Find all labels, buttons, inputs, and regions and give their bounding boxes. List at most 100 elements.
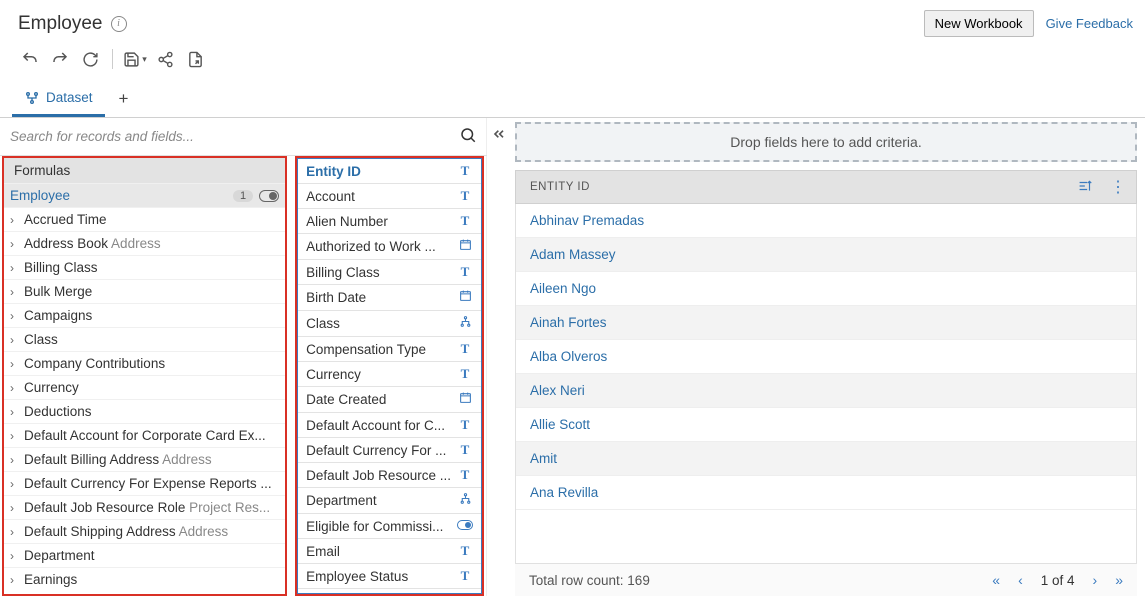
field-item[interactable]: Class [298, 311, 481, 337]
sort-icon[interactable] [1072, 173, 1100, 202]
grid-row[interactable]: Ainah Fortes [516, 306, 1136, 340]
collapse-left-icon[interactable] [487, 118, 511, 596]
field-item[interactable]: CurrencyT [298, 362, 481, 387]
record-label: Campaigns [24, 308, 279, 323]
record-item[interactable]: ›Default Billing Address Address [4, 447, 285, 471]
pager-last-icon[interactable]: » [1115, 572, 1123, 588]
search-icon[interactable] [455, 122, 481, 151]
field-item[interactable]: Default Account for C...T [298, 413, 481, 438]
criteria-dropzone[interactable]: Drop fields here to add criteria. [515, 122, 1137, 162]
record-label: Default Billing Address Address [24, 452, 279, 467]
field-label: Department [306, 493, 457, 508]
record-item[interactable]: ›Earnings [4, 567, 285, 591]
field-item[interactable]: Compensation TypeT [298, 337, 481, 362]
field-label: Billing Class [306, 265, 457, 280]
pager-next-icon[interactable]: › [1093, 572, 1098, 588]
tab-dataset[interactable]: Dataset [12, 82, 105, 117]
field-type-icon [457, 289, 473, 306]
separator [112, 49, 113, 69]
record-item[interactable]: ›Default Job Resource Role Project Res..… [4, 495, 285, 519]
redo-icon[interactable] [48, 47, 72, 71]
add-tab-button[interactable]: + [105, 81, 143, 117]
record-item[interactable]: ›Currency [4, 375, 285, 399]
record-employee[interactable]: Employee 1 [4, 183, 285, 207]
refresh-icon[interactable] [78, 47, 102, 71]
grid-row[interactable]: Abhinav Premadas [516, 204, 1136, 238]
info-icon[interactable]: i [111, 16, 127, 32]
toggle-icon[interactable] [259, 190, 279, 202]
save-icon[interactable]: ▾ [123, 47, 147, 71]
grid-row[interactable]: Amit [516, 442, 1136, 476]
record-label: Class [24, 332, 279, 347]
record-item[interactable]: ›Default Account for Corporate Card Ex..… [4, 423, 285, 447]
field-label: Email [306, 544, 457, 559]
new-workbook-button[interactable]: New Workbook [924, 10, 1034, 37]
record-item[interactable]: ›Bulk Merge [4, 279, 285, 303]
field-item[interactable]: Entity IDT [298, 159, 481, 184]
chevron-right-icon: › [10, 525, 24, 539]
field-type-icon: T [457, 543, 473, 559]
record-label: Accrued Time [24, 212, 279, 227]
export-icon[interactable] [183, 47, 207, 71]
field-item[interactable]: AccountT [298, 184, 481, 209]
record-label: Default Account for Corporate Card Ex... [24, 428, 279, 443]
field-item[interactable]: Authorized to Work ... [298, 234, 481, 260]
undo-icon[interactable] [18, 47, 42, 71]
field-item[interactable]: Default Job Resource ...T [298, 463, 481, 488]
grid-row[interactable]: Ana Revilla [516, 476, 1136, 510]
column-entity-id[interactable]: ENTITY ID [516, 173, 1072, 201]
field-type-icon: T [457, 442, 473, 458]
formulas-header[interactable]: Formulas [4, 158, 285, 183]
field-type-icon: T [457, 366, 473, 382]
field-type-icon: T [457, 568, 473, 584]
record-item[interactable]: ›Campaigns [4, 303, 285, 327]
field-label: Account [306, 189, 457, 204]
share-icon[interactable] [153, 47, 177, 71]
search-input[interactable] [6, 123, 455, 150]
grid-header: ENTITY ID ⋮ [515, 170, 1137, 204]
record-item[interactable]: ›Default Currency For Expense Reports ..… [4, 471, 285, 495]
field-type-icon: T [457, 417, 473, 433]
give-feedback-link[interactable]: Give Feedback [1046, 16, 1133, 31]
record-item[interactable]: ›Company Contributions [4, 351, 285, 375]
field-item[interactable]: Department [298, 488, 481, 514]
record-item[interactable]: ›Accrued Time [4, 207, 285, 231]
grid-row[interactable]: Aileen Ngo [516, 272, 1136, 306]
pager-prev-icon[interactable]: ‹ [1018, 572, 1023, 588]
column-menu-icon[interactable]: ⋮ [1100, 171, 1136, 203]
field-item[interactable]: Birth Date [298, 285, 481, 311]
record-item[interactable]: ›Address Book Address [4, 231, 285, 255]
field-type-icon: T [457, 163, 473, 179]
chevron-right-icon: › [10, 573, 24, 587]
field-item[interactable]: Eligible for Commissi... [298, 514, 481, 539]
record-label: Address Book Address [24, 236, 279, 251]
record-item[interactable]: ›Class [4, 327, 285, 351]
field-item[interactable]: Employee StatusT [298, 564, 481, 589]
record-item[interactable]: ›Billing Class [4, 255, 285, 279]
grid-row[interactable]: Alba Olveros [516, 340, 1136, 374]
field-label: Class [306, 316, 457, 331]
field-item[interactable]: EmailT [298, 539, 481, 564]
field-label: Eligible for Commissi... [306, 519, 457, 534]
field-item[interactable]: Alien NumberT [298, 209, 481, 234]
record-item[interactable]: ›Deductions [4, 399, 285, 423]
chevron-right-icon: › [10, 405, 24, 419]
field-item[interactable]: Default Currency For ...T [298, 438, 481, 463]
record-label: Earnings [24, 572, 279, 587]
grid-row[interactable]: Alex Neri [516, 374, 1136, 408]
grid-row[interactable]: Adam Massey [516, 238, 1136, 272]
field-label: Date Created [306, 392, 457, 407]
field-type-icon: T [457, 264, 473, 280]
field-type-icon: T [457, 341, 473, 357]
chevron-right-icon: › [10, 453, 24, 467]
record-item[interactable]: ›Department [4, 543, 285, 567]
pager-first-icon[interactable]: « [992, 572, 1000, 588]
grid-row[interactable]: Allie Scott [516, 408, 1136, 442]
field-item[interactable]: Date Created [298, 387, 481, 413]
field-item[interactable]: Billing ClassT [298, 260, 481, 285]
chevron-right-icon: › [10, 333, 24, 347]
field-label: Default Account for C... [306, 418, 457, 433]
record-item[interactable]: ›Default Shipping Address Address [4, 519, 285, 543]
record-label: Billing Class [24, 260, 279, 275]
dataset-icon [24, 90, 40, 106]
